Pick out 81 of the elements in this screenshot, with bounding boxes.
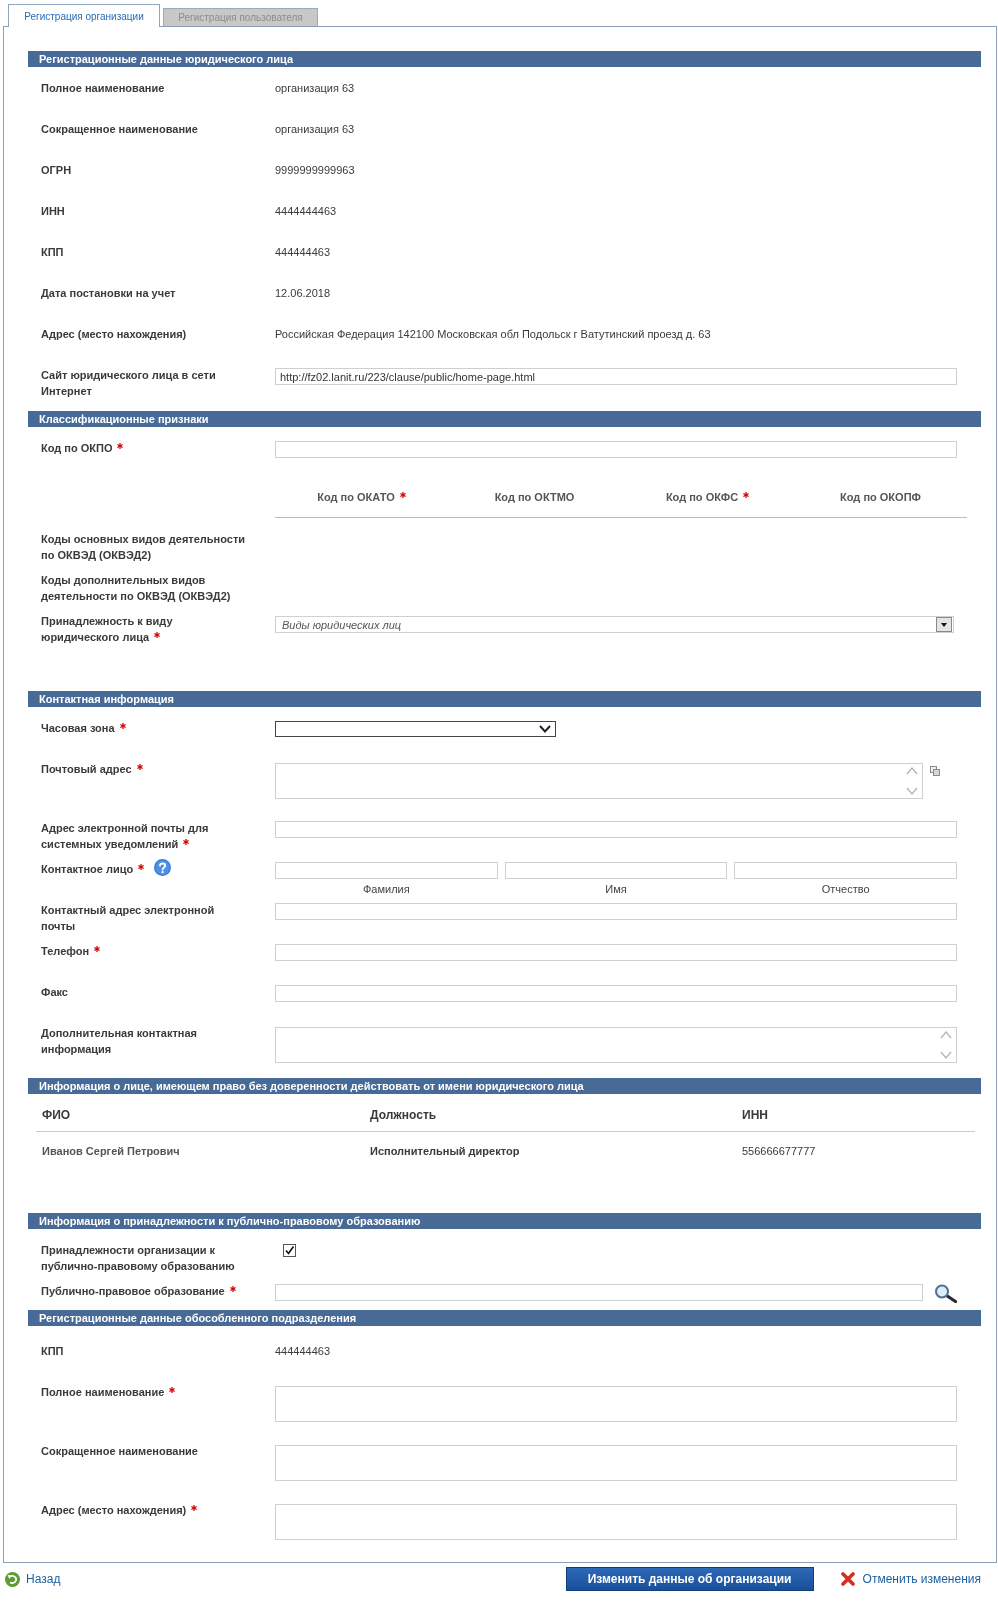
text-field[interactable]: [504, 862, 728, 879]
checkbox[interactable]: [283, 1244, 296, 1257]
field-caption: Фамилия: [362, 882, 410, 896]
column-header: Код по ОКФС: [665, 491, 739, 503]
copy-icon[interactable]: [930, 766, 940, 776]
field-label: Полное наименование: [41, 82, 165, 94]
text-field[interactable]: [275, 985, 957, 1002]
text-field[interactable]: [734, 862, 957, 879]
text-field[interactable]: [275, 903, 957, 920]
section-header: Классификационные признаки: [28, 411, 981, 427]
table-cell: Иванов Сергей Петрович: [42, 1145, 180, 1157]
table-cell: 556666677777: [742, 1145, 816, 1157]
field-label: ОГРН: [41, 164, 72, 176]
field-label: Коды основных видов деятельности по ОКВЭД (ОКВЭД2): [41, 533, 246, 561]
field-label: Часовая зона: [41, 722, 115, 734]
text-area[interactable]: [275, 1027, 957, 1063]
field-label: Публично-правовое образование: [41, 1285, 225, 1297]
text-field[interactable]: http://fz02.lanit.ru/223/clause/public/home-page.html: [275, 368, 957, 385]
section-header: Контактная информация: [28, 691, 981, 707]
field-label: Почтовый адрес: [41, 763, 132, 775]
section-header: Регистрационные данные обособленного подразделения: [28, 1310, 981, 1326]
field-label: Сокращенное наименование: [41, 1445, 198, 1457]
text-area[interactable]: [275, 1504, 957, 1540]
column-header: Должность: [370, 1108, 437, 1122]
field-label: Адрес (место нахождения): [41, 1504, 187, 1516]
text-field[interactable]: [275, 441, 957, 458]
submit-button[interactable]: Изменить данные об организации: [565, 1567, 814, 1591]
field-value: организация 63: [275, 123, 355, 135]
table-cell: Исполнительный директор: [370, 1145, 520, 1157]
field-value: 4444444463: [275, 205, 337, 217]
cross-icon: [840, 1572, 855, 1586]
field-label: Коды дополнительных видов деятельности по ОКВЭД (ОКВЭД2): [41, 574, 231, 602]
tab[interactable]: Регистрация организации: [8, 4, 160, 27]
field-caption: Отчество: [821, 882, 870, 896]
section-header: Регистрационные данные юридического лица: [28, 51, 981, 67]
dropdown-field[interactable]: [275, 721, 556, 737]
text-field[interactable]: [275, 1284, 923, 1301]
text-area[interactable]: [275, 763, 923, 799]
section-header: Информация о принадлежности к публично-правовому образованию: [28, 1213, 981, 1229]
chevron-down-icon: [539, 725, 551, 733]
field-label: Принадлежности организации к публично-правовому образованию: [41, 1244, 235, 1272]
field-label: Сайт юридического лица в сети Интернет: [41, 369, 216, 397]
field-label: Дата постановки на учет: [41, 287, 176, 299]
field-label: КПП: [41, 1345, 64, 1357]
text-field[interactable]: [275, 862, 498, 879]
field-label: Факс: [41, 986, 68, 998]
back-link[interactable]: Назад: [5, 1571, 61, 1587]
search-icon[interactable]: [934, 1284, 957, 1303]
field-label: Контактное лицо: [41, 863, 134, 875]
cancel-link[interactable]: Отменить изменения: [840, 1572, 981, 1586]
column-header: ИНН: [742, 1108, 768, 1122]
text-field[interactable]: [275, 821, 957, 838]
curved-arrow-icon: [5, 1571, 20, 1587]
field-label: КПП: [41, 246, 64, 258]
field-value: 444444463: [275, 1345, 331, 1357]
field-label: Дополнительная контактная информация: [41, 1027, 197, 1055]
field-value: организация 63: [275, 82, 355, 94]
column-header: Код по ОКОПФ: [840, 491, 921, 503]
field-value: Российская Федерация 142100 Московская обл Подольск г Ватутинский проезд д. 63: [275, 328, 711, 340]
column-header: Код по ОКТМО: [494, 491, 575, 503]
text-area[interactable]: [275, 1386, 957, 1422]
field-value: 12.06.2018: [275, 287, 331, 299]
field-label: Адрес электронной почты для системных уведомлений: [41, 822, 209, 850]
text-area[interactable]: [275, 1445, 957, 1481]
column-header: Код по ОКАТО: [317, 491, 395, 503]
field-label: Код по ОКПО: [41, 442, 113, 454]
combo-box[interactable]: Виды юридических лиц: [275, 616, 954, 633]
field-value: 9999999999963: [275, 164, 355, 176]
text-field[interactable]: [275, 944, 957, 961]
field-caption: Имя: [605, 882, 627, 896]
field-label: Контактный адрес электронной почты: [41, 904, 215, 932]
field-label: Полное наименование: [41, 1386, 165, 1398]
field-label: Сокращенное наименование: [41, 123, 198, 135]
field-label: Принадлежность к виду юридического лица: [41, 615, 173, 643]
help-icon[interactable]: [154, 859, 172, 876]
field-label: ИНН: [41, 205, 65, 217]
column-header: ФИО: [42, 1108, 71, 1122]
field-value: 444444463: [275, 246, 331, 258]
field-label: Телефон: [41, 945, 90, 957]
field-label: Адрес (место нахождения): [41, 328, 187, 340]
section-header: Информация о лице, имеющем право без доверенности действовать от имени юридического лица: [28, 1078, 981, 1094]
